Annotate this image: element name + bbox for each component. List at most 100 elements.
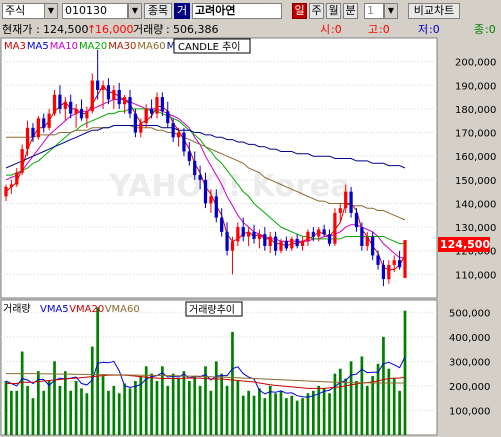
volume-bar: [398, 390, 401, 435]
volume-bar: [187, 381, 191, 435]
volume-bar: [198, 385, 202, 435]
volume-bar: [10, 390, 13, 435]
candle-body: [392, 260, 396, 265]
legend-item-ma20: MA20: [79, 41, 107, 52]
volume-bar: [274, 393, 277, 435]
volume-bar: [268, 385, 272, 435]
market-type-select[interactable]: 주식: [2, 3, 46, 19]
candle-body: [236, 227, 240, 242]
candle-body: [25, 127, 30, 150]
volume-tooltip-text: 거래량추이: [189, 304, 235, 316]
volume-bar: [355, 381, 358, 435]
period-week-button[interactable]: 주: [309, 3, 324, 19]
candle-body: [300, 241, 305, 246]
candle-body: [74, 108, 78, 114]
volume-bar: [193, 376, 197, 435]
candle-body: [106, 85, 111, 100]
volume-bar: [96, 307, 100, 435]
candle-body: [198, 175, 202, 180]
candle: [403, 240, 407, 278]
period-month-button[interactable]: 월: [326, 3, 341, 19]
candle-body: [225, 231, 229, 251]
volume-bar: [31, 398, 35, 435]
volume-bar: [112, 385, 116, 435]
candle-body: [171, 123, 175, 138]
candle-body: [128, 97, 132, 114]
volume-bar: [290, 395, 294, 435]
period-minute-button[interactable]: 분: [343, 3, 358, 19]
market-type-dropdown-icon[interactable]: ▼: [44, 3, 58, 19]
close-value: :0: [485, 23, 496, 36]
volume-tick-label: 100,000: [449, 406, 490, 417]
price-tick-label: 150,000: [455, 176, 496, 187]
candle-tooltip: CANDLE 추이: [173, 38, 251, 54]
volume-bar: [101, 376, 105, 435]
price-tick-label: 180,000: [455, 105, 496, 116]
candle-body: [220, 217, 224, 232]
market-type-value: 주식: [5, 4, 26, 17]
candle-body: [333, 212, 337, 244]
candle: [333, 208, 337, 246]
stock-code-dropdown-icon[interactable]: ▼: [128, 3, 142, 19]
candle-body: [149, 108, 154, 114]
volume-bar: [161, 366, 164, 435]
volume-bar: [392, 378, 396, 435]
candle-body: [371, 236, 375, 256]
compare-chart-button[interactable]: 비교차트: [408, 3, 460, 19]
candle-body: [279, 241, 283, 251]
volume-bar: [365, 385, 369, 435]
candle-body: [139, 123, 143, 133]
volume-bar: [47, 381, 51, 435]
candle-body: [166, 111, 170, 124]
candle-body: [376, 255, 380, 265]
volume-bar: [171, 373, 175, 435]
candle-body: [230, 241, 235, 251]
price-panel: [0, 37, 438, 299]
volume-bar: [322, 388, 326, 435]
candle-body: [387, 264, 391, 280]
candle-body: [257, 234, 262, 239]
market-tag[interactable]: 거: [174, 3, 190, 19]
volume-bar: [214, 361, 218, 435]
legend-item-ma60: MA60: [137, 41, 165, 52]
period-input[interactable]: 1: [364, 3, 384, 19]
candle-body: [15, 172, 19, 185]
stock-code-input[interactable]: 010130: [62, 3, 128, 19]
candle-body: [295, 238, 299, 246]
volume-legend: VMA5 VMA20 VMA60: [40, 304, 140, 315]
volume-axis: 100,000 200,000 300,000 400,000 500,000: [449, 308, 490, 417]
candle-body: [403, 240, 407, 278]
volume-value: 506,386: [173, 23, 219, 36]
candle-body: [31, 127, 35, 138]
volume-bar: [220, 373, 224, 435]
candle-body: [290, 238, 294, 249]
candle-body: [69, 101, 73, 114]
candle-body: [101, 85, 105, 90]
volume-legend-item-vma60: VMA60: [105, 304, 140, 315]
close-label: 종: [474, 23, 485, 36]
candle-body: [160, 97, 164, 112]
volume-bar: [90, 346, 94, 435]
volume-bar: [128, 388, 132, 435]
legend-item-ma3: MA3: [4, 41, 26, 52]
candle-body: [252, 231, 256, 239]
stock-search-button[interactable]: 종목: [144, 3, 172, 19]
candle-body: [273, 236, 278, 251]
volume-bar: [69, 390, 73, 435]
period-dropdown-icon[interactable]: ▼: [384, 3, 398, 19]
volume-legend-item-vma20: VMA20: [69, 304, 104, 315]
volume-bar: [107, 390, 110, 435]
volume-bar: [236, 381, 240, 435]
price-info-bar: 현재가 : 124,500 ↑ 16,000 거래량 : 506,386 시 :…: [2, 23, 496, 36]
candle-body: [123, 97, 127, 105]
volume-bar: [360, 356, 364, 435]
volume-bar: [63, 371, 67, 435]
volume-bar: [279, 390, 283, 435]
candle-body: [360, 227, 364, 246]
volume-bar: [4, 381, 8, 435]
current-price-label: 현재가: [2, 23, 33, 36]
volume-legend-item-vma5: VMA5: [40, 304, 69, 315]
period-day-button[interactable]: 일: [292, 3, 307, 19]
volume-bar: [53, 361, 56, 435]
high-label: 고: [368, 23, 379, 36]
